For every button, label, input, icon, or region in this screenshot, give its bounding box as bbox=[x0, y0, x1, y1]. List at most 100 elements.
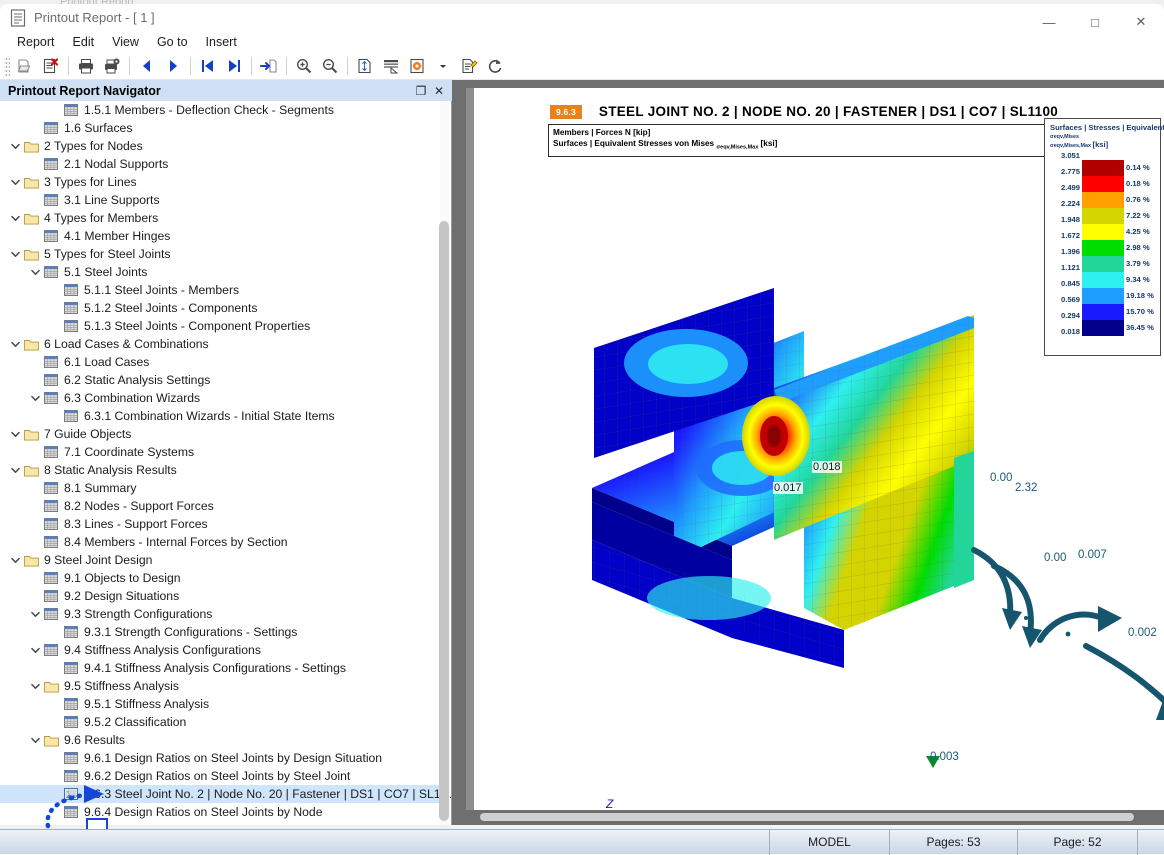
chevron-down-icon[interactable] bbox=[28, 677, 42, 695]
tree-item[interactable]: 9.3 Strength Configurations bbox=[0, 605, 440, 623]
chevron-down-icon[interactable] bbox=[8, 551, 22, 569]
toolbar-grip[interactable] bbox=[4, 55, 10, 76]
tree-item[interactable]: 8.1 Summary bbox=[0, 479, 440, 497]
folder-icon bbox=[22, 335, 40, 353]
table-icon bbox=[62, 101, 80, 119]
tree-item[interactable]: 9.4.1 Stiffness Analysis Configurations … bbox=[0, 659, 440, 677]
tree-item[interactable]: 8.2 Nodes - Support Forces bbox=[0, 497, 440, 515]
tree-item[interactable]: 5 Types for Steel Joints bbox=[0, 245, 440, 263]
last-page-icon[interactable] bbox=[222, 54, 246, 78]
chevron-down-icon[interactable] bbox=[28, 641, 42, 659]
report-tree: 1.5.1 Members - Deflection Check - Segme… bbox=[0, 101, 451, 821]
tree-item[interactable]: 4 Types for Members bbox=[0, 209, 440, 227]
tree-item[interactable]: 5.1 Steel Joints bbox=[0, 263, 440, 281]
scale-swatch bbox=[1082, 191, 1124, 208]
first-page-icon[interactable] bbox=[196, 54, 220, 78]
go-to-page-icon[interactable] bbox=[257, 54, 281, 78]
chevron-down-icon[interactable] bbox=[28, 263, 42, 281]
tree-item[interactable]: 4.1 Member Hinges bbox=[0, 227, 440, 245]
table-icon bbox=[62, 695, 80, 713]
tree-item[interactable]: 8 Static Analysis Results bbox=[0, 461, 440, 479]
print-settings-icon[interactable] bbox=[100, 54, 124, 78]
close-panel-icon[interactable]: ✕ bbox=[430, 82, 448, 100]
chevron-down-icon[interactable] bbox=[8, 137, 22, 155]
tree-item[interactable]: 9.5.2 Classification bbox=[0, 713, 440, 731]
table-icon bbox=[42, 353, 60, 371]
refresh-icon[interactable] bbox=[483, 54, 507, 78]
tree-item[interactable]: 8.3 Lines - Support Forces bbox=[0, 515, 440, 533]
dropdown-arrow-icon[interactable] bbox=[431, 54, 455, 78]
tree-item[interactable]: 2.1 Nodal Supports bbox=[0, 155, 440, 173]
menu-view[interactable]: View bbox=[103, 34, 148, 50]
tree-item-label: 3.1 Line Supports bbox=[64, 193, 160, 207]
navigator-scrollbar[interactable] bbox=[439, 101, 450, 825]
chevron-down-icon bbox=[28, 533, 42, 551]
tree-item[interactable]: 2 Types for Nodes bbox=[0, 137, 440, 155]
tree-item[interactable]: 9.2 Design Situations bbox=[0, 587, 440, 605]
chevron-down-icon[interactable] bbox=[8, 245, 22, 263]
float-panel-icon[interactable]: ❐ bbox=[412, 82, 430, 100]
tree-item[interactable]: 3 Types for Lines bbox=[0, 173, 440, 191]
document-hscroll-thumb[interactable] bbox=[480, 813, 1134, 821]
tree-item[interactable]: 1.5.1 Members - Deflection Check - Segme… bbox=[0, 101, 440, 119]
zoom-out-icon[interactable] bbox=[318, 54, 342, 78]
chevron-down-icon[interactable] bbox=[8, 425, 22, 443]
chevron-down-icon[interactable] bbox=[8, 173, 22, 191]
toolbar bbox=[0, 52, 1164, 80]
tree-item[interactable]: 9.5.1 Stiffness Analysis bbox=[0, 695, 440, 713]
previous-page-icon[interactable] bbox=[135, 54, 159, 78]
tree-item[interactable]: 6 Load Cases & Combinations bbox=[0, 335, 440, 353]
report-selection-icon[interactable] bbox=[405, 54, 429, 78]
tree-item[interactable]: 8.4 Members - Internal Forces by Section bbox=[0, 533, 440, 551]
next-page-icon[interactable] bbox=[161, 54, 185, 78]
tree-item[interactable]: 6.1 Load Cases bbox=[0, 353, 440, 371]
tree-item[interactable]: 5.1.1 Steel Joints - Members bbox=[0, 281, 440, 299]
print-icon[interactable] bbox=[74, 54, 98, 78]
scale-tick: 0.845 bbox=[1060, 278, 1080, 288]
tree-item[interactable]: 9 Steel Joint Design bbox=[0, 551, 440, 569]
tree-item[interactable]: 5.1.2 Steel Joints - Components bbox=[0, 299, 440, 317]
zoom-in-icon[interactable] bbox=[292, 54, 316, 78]
chevron-down-icon[interactable] bbox=[8, 461, 22, 479]
tree-item[interactable]: 9.6.1 Design Ratios on Steel Joints by D… bbox=[0, 749, 440, 767]
tree-item[interactable]: 6.2 Static Analysis Settings bbox=[0, 371, 440, 389]
menu-insert[interactable]: Insert bbox=[197, 34, 246, 50]
chevron-down-icon[interactable] bbox=[28, 731, 42, 749]
menu-edit[interactable]: Edit bbox=[64, 34, 104, 50]
tree-item[interactable]: 9.5 Stiffness Analysis bbox=[0, 677, 440, 695]
tree-item[interactable]: 6.3.1 Combination Wizards - Initial Stat… bbox=[0, 407, 440, 425]
tree-item[interactable]: 5.1.3 Steel Joints - Component Propertie… bbox=[0, 317, 440, 335]
open-report-icon[interactable] bbox=[13, 54, 37, 78]
tree-item[interactable]: 7.1 Coordinate Systems bbox=[0, 443, 440, 461]
tree-item[interactable]: 6.3 Combination Wizards bbox=[0, 389, 440, 407]
page-layout-icon[interactable] bbox=[379, 54, 403, 78]
menu-report[interactable]: Report bbox=[8, 34, 64, 50]
tree-item[interactable]: 7 Guide Objects bbox=[0, 425, 440, 443]
chevron-down-icon[interactable] bbox=[28, 605, 42, 623]
status-resize-grip[interactable] bbox=[1138, 830, 1164, 855]
table-icon bbox=[42, 497, 60, 515]
tree-item[interactable]: 9.3.1 Strength Configurations - Settings bbox=[0, 623, 440, 641]
tree-item[interactable]: 9.6 Results bbox=[0, 731, 440, 749]
tree-item-label: 5 Types for Steel Joints bbox=[44, 247, 171, 261]
fit-page-icon[interactable] bbox=[353, 54, 377, 78]
tree-item-label: 6.3 Combination Wizards bbox=[64, 391, 201, 405]
table-icon bbox=[62, 317, 80, 335]
menu-goto[interactable]: Go to bbox=[148, 34, 197, 50]
delete-report-icon[interactable] bbox=[39, 54, 63, 78]
status-pages: Pages: 53 bbox=[890, 829, 1018, 855]
document-pane[interactable]: 9.6.3 STEEL JOINT NO. 2 | NODE NO. 20 | … bbox=[452, 80, 1164, 825]
chevron-down-icon[interactable] bbox=[28, 389, 42, 407]
navigator-scrollbar-thumb[interactable] bbox=[439, 221, 449, 821]
tree-item[interactable]: 1.6 Surfaces bbox=[0, 119, 440, 137]
chevron-down-icon[interactable] bbox=[8, 209, 22, 227]
tree-item-label: 9.4.1 Stiffness Analysis Configurations … bbox=[84, 661, 346, 675]
tree-item[interactable]: 3.1 Line Supports bbox=[0, 191, 440, 209]
navigator-title: Printout Report Navigator bbox=[8, 83, 161, 98]
stress-label-0018: 0.018 bbox=[812, 461, 842, 473]
menu-bar: Report Edit View Go to Insert bbox=[0, 32, 1164, 52]
tree-item[interactable]: 9.1 Objects to Design bbox=[0, 569, 440, 587]
tree-item[interactable]: 9.4 Stiffness Analysis Configurations bbox=[0, 641, 440, 659]
chevron-down-icon[interactable] bbox=[8, 335, 22, 353]
edit-report-icon[interactable] bbox=[457, 54, 481, 78]
